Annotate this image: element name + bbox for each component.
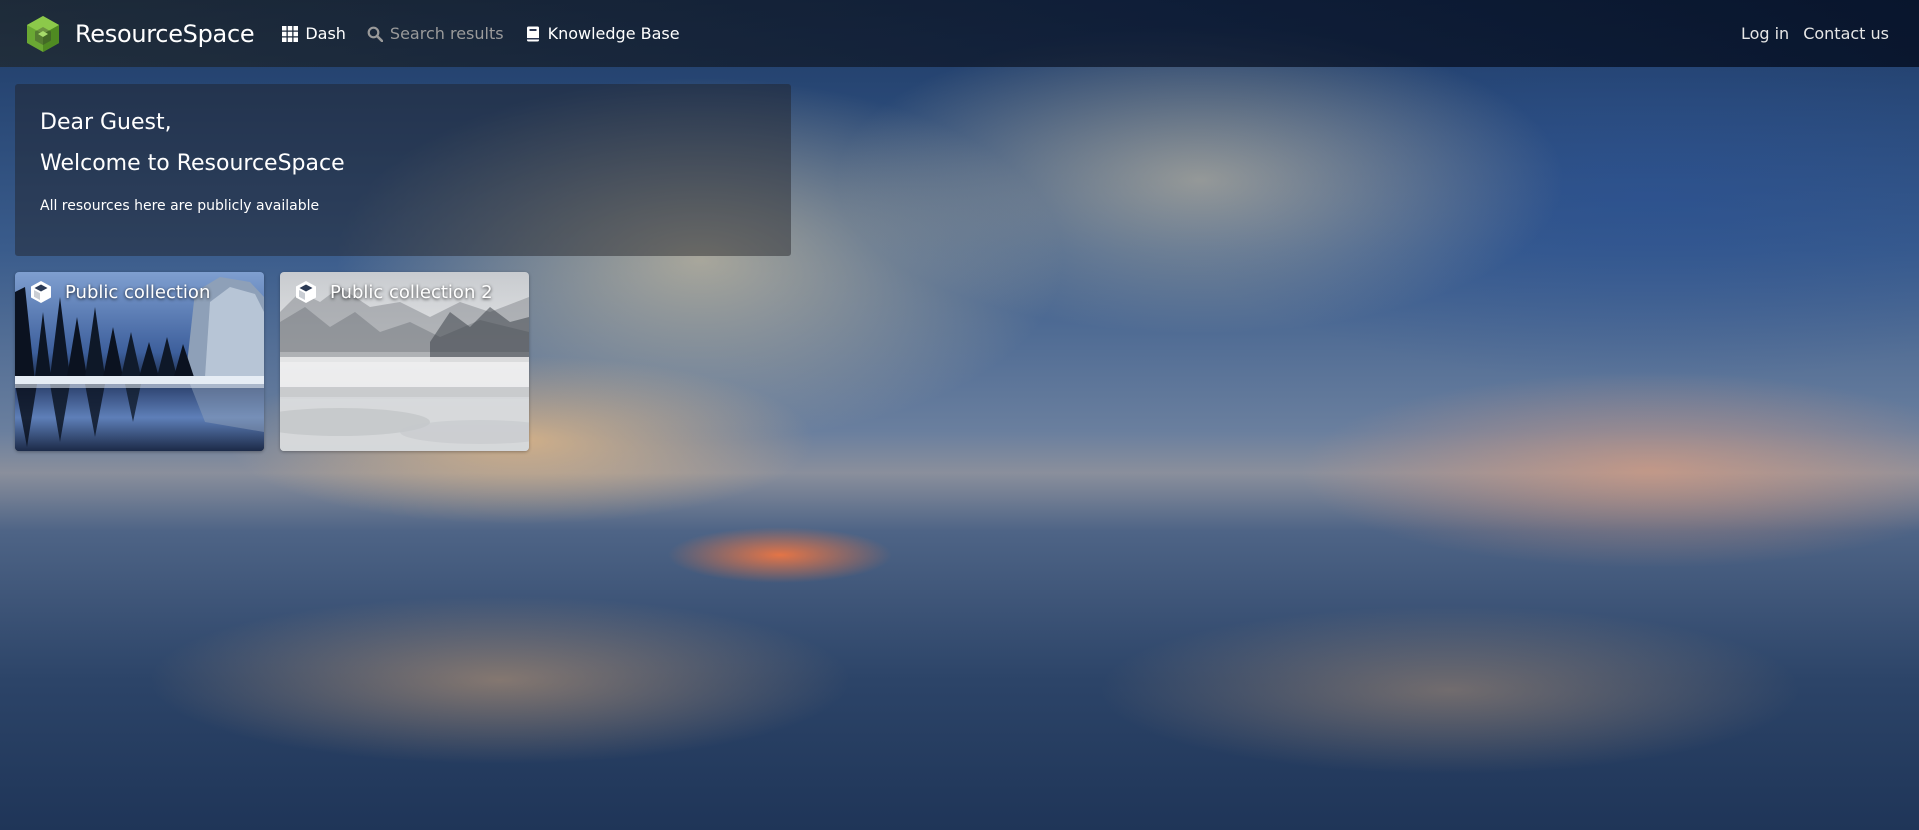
nav-search-results[interactable]: Search results [367,24,504,43]
cube-icon [31,281,51,303]
nav-knowledge-base[interactable]: Knowledge Base [525,24,680,43]
welcome-panel: Dear Guest, Welcome to ResourceSpace All… [15,84,791,256]
tile-header: Public collection 2 [294,280,493,304]
account-nav: Log in Contact us [1727,0,1889,67]
grid-icon [282,25,299,42]
welcome-greeting: Dear Guest, [40,110,172,135]
nav-dash-label: Dash [305,24,346,43]
book-icon [526,26,539,41]
nav-dash[interactable]: Dash [282,24,346,43]
cube-icon [296,281,316,303]
nav-knowledge-base-label: Knowledge Base [547,24,680,43]
contact-link[interactable]: Contact us [1803,24,1889,43]
login-link[interactable]: Log in [1741,24,1789,43]
welcome-text: All resources here are publicly availabl… [40,198,320,214]
dash-tile-public-collection-2[interactable]: Public collection 2 [280,272,529,451]
app-name: ResourceSpace [75,19,255,48]
dash-tile-public-collection[interactable]: Public collection [15,272,264,451]
search-icon [367,26,383,42]
tile-header: Public collection [29,280,210,304]
header-bar: ResourceSpace Dash Search results Knowle… [0,0,1919,67]
brand-home-link[interactable]: ResourceSpace [24,15,255,53]
tile-title: Public collection [65,281,211,303]
nav-search-results-label: Search results [389,24,504,43]
tile-title: Public collection 2 [330,281,493,303]
page-background: ResourceSpace Dash Search results Knowle… [0,0,1919,830]
main-nav: Dash Search results Knowledge Base [282,24,700,43]
welcome-title: Welcome to ResourceSpace [40,151,345,176]
resourcespace-logo-icon [27,15,59,52]
